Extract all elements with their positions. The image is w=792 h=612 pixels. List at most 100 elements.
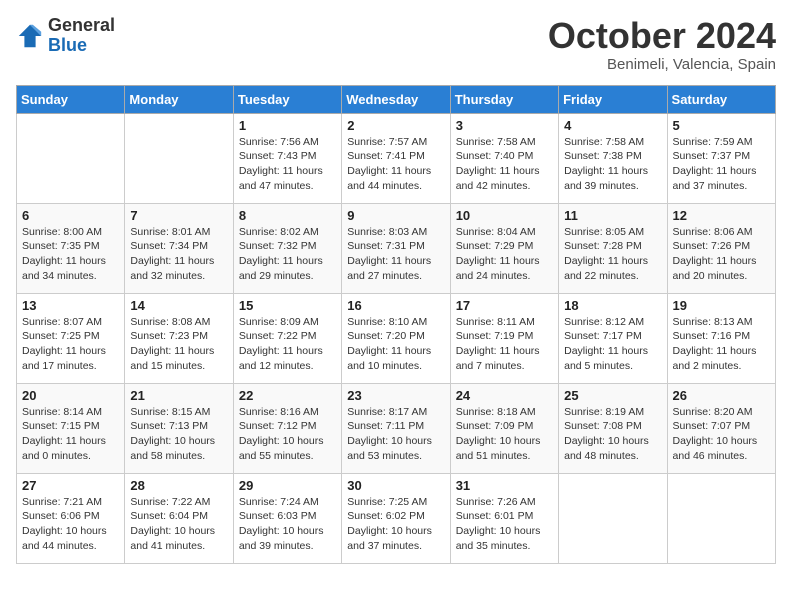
calendar-cell: 19Sunrise: 8:13 AMSunset: 7:16 PMDayligh… xyxy=(667,293,775,383)
calendar-cell: 25Sunrise: 8:19 AMSunset: 7:08 PMDayligh… xyxy=(559,383,667,473)
day-info: Sunrise: 8:11 AMSunset: 7:19 PMDaylight:… xyxy=(456,315,553,374)
day-info: Sunrise: 8:14 AMSunset: 7:15 PMDaylight:… xyxy=(22,405,119,464)
calendar-cell: 3 Sunrise: 7:58 AMSunset: 7:40 PMDaylight… xyxy=(450,113,558,203)
day-number: 12 xyxy=(673,208,770,223)
day-number: 17 xyxy=(456,298,553,313)
day-number: 6 xyxy=(22,208,119,223)
day-number: 30 xyxy=(347,478,444,493)
day-info: Sunrise: 8:00 AMSunset: 7:35 PMDaylight:… xyxy=(22,225,119,284)
logo: General Blue xyxy=(16,16,115,56)
calendar-cell: 15 Sunrise: 8:09 AMSunset: 7:22 PMDayligh… xyxy=(233,293,341,383)
day-info: Sunrise: 8:05 AMSunset: 7:28 PMDaylight:… xyxy=(564,225,661,284)
day-info: Sunrise: 7:58 AMSunset: 7:38 PMDaylight:… xyxy=(564,135,661,194)
weekday-header: Thursday xyxy=(450,85,558,113)
day-number: 11 xyxy=(564,208,661,223)
calendar-cell: 13 Sunrise: 8:07 AMSunset: 7:25 PMDayligh… xyxy=(17,293,125,383)
day-number: 27 xyxy=(22,478,119,493)
day-number: 15 xyxy=(239,298,336,313)
page-header: General Blue October 2024 Benimeli, Vale… xyxy=(16,16,776,73)
day-number: 26 xyxy=(673,388,770,403)
day-number: 10 xyxy=(456,208,553,223)
day-info: Sunrise: 7:26 AMSunset: 6:01 PMDaylight:… xyxy=(456,495,553,554)
day-number: 16 xyxy=(347,298,444,313)
location-subtitle: Benimeli, Valencia, Spain xyxy=(548,56,776,73)
calendar-week-row: 13 Sunrise: 8:07 AMSunset: 7:25 PMDayligh… xyxy=(17,293,776,383)
weekday-header: Tuesday xyxy=(233,85,341,113)
day-info: Sunrise: 8:04 AMSunset: 7:29 PMDaylight:… xyxy=(456,225,553,284)
day-info: Sunrise: 8:12 AMSunset: 7:17 PMDaylight:… xyxy=(564,315,661,374)
day-number: 1 xyxy=(239,118,336,133)
calendar-cell: 9 Sunrise: 8:03 AMSunset: 7:31 PMDaylight… xyxy=(342,203,450,293)
day-info: Sunrise: 8:09 AMSunset: 7:22 PMDaylight:… xyxy=(239,315,336,374)
day-number: 3 xyxy=(456,118,553,133)
day-info: Sunrise: 7:22 AMSunset: 6:04 PMDaylight:… xyxy=(130,495,227,554)
calendar-cell xyxy=(559,473,667,563)
day-info: Sunrise: 7:58 AMSunset: 7:40 PMDaylight:… xyxy=(456,135,553,194)
day-number: 31 xyxy=(456,478,553,493)
day-number: 2 xyxy=(347,118,444,133)
calendar-week-row: 20Sunrise: 8:14 AMSunset: 7:15 PMDayligh… xyxy=(17,383,776,473)
logo-blue-text: Blue xyxy=(48,36,115,56)
day-number: 5 xyxy=(673,118,770,133)
calendar-cell: 23 Sunrise: 8:17 AMSunset: 7:11 PMDayligh… xyxy=(342,383,450,473)
calendar-week-row: 1Sunrise: 7:56 AMSunset: 7:43 PMDaylight… xyxy=(17,113,776,203)
day-number: 24 xyxy=(456,388,553,403)
calendar-cell: 27 Sunrise: 7:21 AMSunset: 6:06 PMDayligh… xyxy=(17,473,125,563)
calendar-cell: 29 Sunrise: 7:24 AMSunset: 6:03 PMDayligh… xyxy=(233,473,341,563)
day-number: 7 xyxy=(130,208,227,223)
calendar-cell: 17 Sunrise: 8:11 AMSunset: 7:19 PMDayligh… xyxy=(450,293,558,383)
calendar-cell: 26 Sunrise: 8:20 AMSunset: 7:07 PMDayligh… xyxy=(667,383,775,473)
day-number: 13 xyxy=(22,298,119,313)
day-number: 23 xyxy=(347,388,444,403)
day-info: Sunrise: 8:10 AMSunset: 7:20 PMDaylight:… xyxy=(347,315,444,374)
weekday-header: Saturday xyxy=(667,85,775,113)
calendar-cell: 16 Sunrise: 8:10 AMSunset: 7:20 PMDayligh… xyxy=(342,293,450,383)
day-info: Sunrise: 8:18 AMSunset: 7:09 PMDaylight:… xyxy=(456,405,553,464)
day-number: 18 xyxy=(564,298,661,313)
weekday-header: Wednesday xyxy=(342,85,450,113)
calendar-cell xyxy=(125,113,233,203)
month-title: October 2024 xyxy=(548,16,776,56)
logo-general-text: General xyxy=(48,16,115,36)
calendar-cell: 8 Sunrise: 8:02 AMSunset: 7:32 PMDaylight… xyxy=(233,203,341,293)
calendar-week-row: 6 Sunrise: 8:00 AMSunset: 7:35 PMDaylight… xyxy=(17,203,776,293)
day-number: 28 xyxy=(130,478,227,493)
weekday-header: Monday xyxy=(125,85,233,113)
day-info: Sunrise: 8:20 AMSunset: 7:07 PMDaylight:… xyxy=(673,405,770,464)
day-info: Sunrise: 8:03 AMSunset: 7:31 PMDaylight:… xyxy=(347,225,444,284)
day-number: 29 xyxy=(239,478,336,493)
calendar-cell: 1Sunrise: 7:56 AMSunset: 7:43 PMDaylight… xyxy=(233,113,341,203)
day-info: Sunrise: 8:08 AMSunset: 7:23 PMDaylight:… xyxy=(130,315,227,374)
day-number: 21 xyxy=(130,388,227,403)
calendar-week-row: 27 Sunrise: 7:21 AMSunset: 6:06 PMDayligh… xyxy=(17,473,776,563)
day-info: Sunrise: 8:07 AMSunset: 7:25 PMDaylight:… xyxy=(22,315,119,374)
day-number: 14 xyxy=(130,298,227,313)
day-number: 22 xyxy=(239,388,336,403)
day-info: Sunrise: 8:15 AMSunset: 7:13 PMDaylight:… xyxy=(130,405,227,464)
weekday-header-row: SundayMondayTuesdayWednesdayThursdayFrid… xyxy=(17,85,776,113)
day-number: 8 xyxy=(239,208,336,223)
day-info: Sunrise: 7:57 AMSunset: 7:41 PMDaylight:… xyxy=(347,135,444,194)
calendar-cell: 6 Sunrise: 8:00 AMSunset: 7:35 PMDaylight… xyxy=(17,203,125,293)
day-info: Sunrise: 7:25 AMSunset: 6:02 PMDaylight:… xyxy=(347,495,444,554)
calendar-cell: 30 Sunrise: 7:25 AMSunset: 6:02 PMDayligh… xyxy=(342,473,450,563)
day-info: Sunrise: 7:21 AMSunset: 6:06 PMDaylight:… xyxy=(22,495,119,554)
calendar-cell: 21 Sunrise: 8:15 AMSunset: 7:13 PMDayligh… xyxy=(125,383,233,473)
calendar-cell xyxy=(667,473,775,563)
day-number: 9 xyxy=(347,208,444,223)
day-info: Sunrise: 8:13 AMSunset: 7:16 PMDaylight:… xyxy=(673,315,770,374)
day-info: Sunrise: 7:59 AMSunset: 7:37 PMDaylight:… xyxy=(673,135,770,194)
calendar-table: SundayMondayTuesdayWednesdayThursdayFrid… xyxy=(16,85,776,564)
day-info: Sunrise: 8:16 AMSunset: 7:12 PMDaylight:… xyxy=(239,405,336,464)
day-info: Sunrise: 7:24 AMSunset: 6:03 PMDaylight:… xyxy=(239,495,336,554)
calendar-cell xyxy=(17,113,125,203)
calendar-cell: 22 Sunrise: 8:16 AMSunset: 7:12 PMDayligh… xyxy=(233,383,341,473)
calendar-cell: 7 Sunrise: 8:01 AMSunset: 7:34 PMDaylight… xyxy=(125,203,233,293)
day-info: Sunrise: 8:02 AMSunset: 7:32 PMDaylight:… xyxy=(239,225,336,284)
title-block: October 2024 Benimeli, Valencia, Spain xyxy=(548,16,776,73)
day-info: Sunrise: 8:06 AMSunset: 7:26 PMDaylight:… xyxy=(673,225,770,284)
day-info: Sunrise: 8:17 AMSunset: 7:11 PMDaylight:… xyxy=(347,405,444,464)
calendar-cell: 18 Sunrise: 8:12 AMSunset: 7:17 PMDayligh… xyxy=(559,293,667,383)
day-info: Sunrise: 8:01 AMSunset: 7:34 PMDaylight:… xyxy=(130,225,227,284)
calendar-cell: 4Sunrise: 7:58 AMSunset: 7:38 PMDaylight… xyxy=(559,113,667,203)
